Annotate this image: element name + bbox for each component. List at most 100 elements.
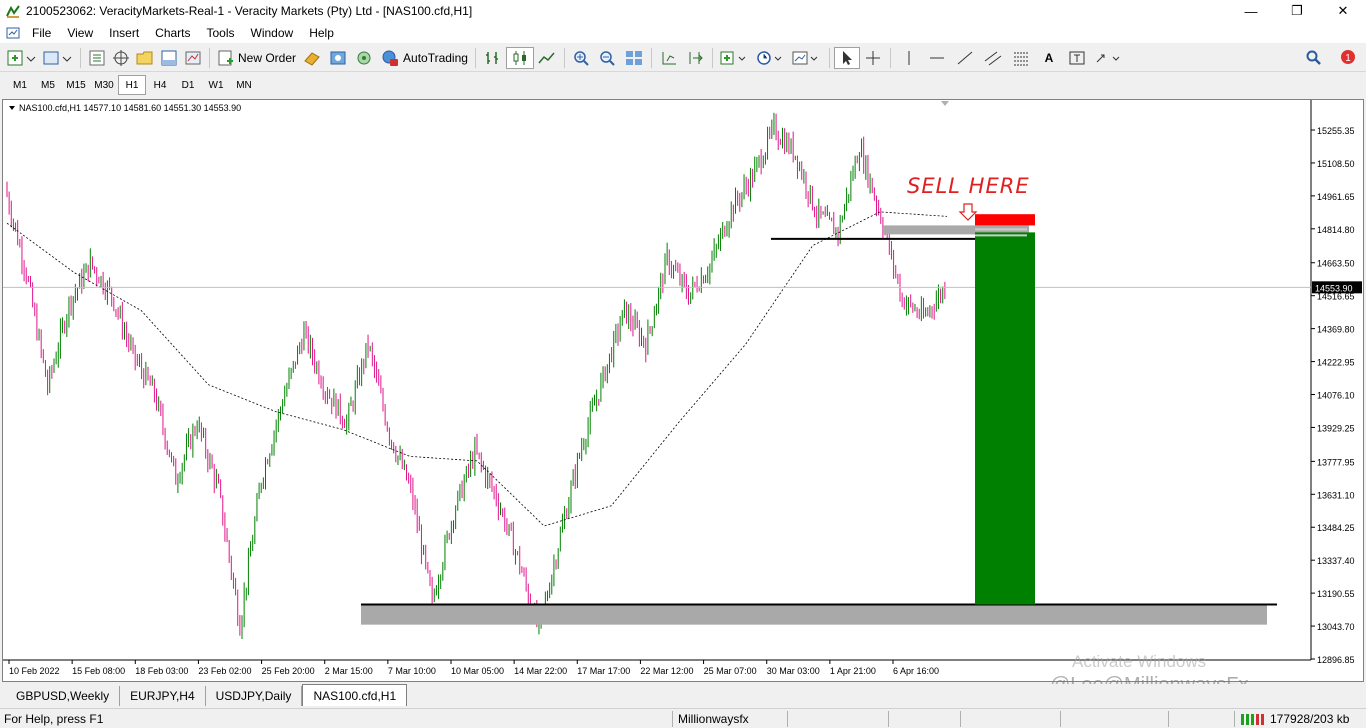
tester-icon bbox=[185, 51, 201, 64]
time-label: 7 Mar 10:00 bbox=[388, 666, 436, 676]
cursor-button[interactable] bbox=[833, 46, 860, 69]
time-label: 14 Mar 22:00 bbox=[514, 666, 567, 676]
vertical-line-button[interactable] bbox=[895, 47, 923, 69]
trendline-button[interactable] bbox=[951, 47, 979, 69]
fibonacci-button[interactable] bbox=[1007, 47, 1035, 69]
menu-help[interactable]: Help bbox=[301, 26, 342, 40]
time-label: 22 Mar 12:00 bbox=[640, 666, 693, 676]
timeframe-m15[interactable]: M15 bbox=[62, 75, 90, 95]
chart-window-icon[interactable] bbox=[6, 26, 20, 40]
market-button[interactable] bbox=[351, 47, 377, 69]
activate-windows-watermark: Activate Windows bbox=[1072, 652, 1207, 671]
tile-windows-button[interactable] bbox=[621, 47, 647, 69]
chart-tab[interactable]: EURJPY,H4 bbox=[120, 686, 206, 706]
timeframe-m5[interactable]: M5 bbox=[34, 75, 62, 95]
timeframe-m30[interactable]: M30 bbox=[90, 75, 118, 95]
text-icon: A bbox=[1044, 50, 1054, 65]
text-label-button[interactable] bbox=[1063, 47, 1091, 69]
menu-view[interactable]: View bbox=[59, 26, 101, 40]
status-separator bbox=[1060, 711, 1061, 727]
current-price-label: 14553.90 bbox=[1315, 283, 1353, 293]
toolbar-separator bbox=[650, 47, 652, 68]
auto-scroll-icon bbox=[689, 51, 703, 64]
menu-window[interactable]: Window bbox=[243, 26, 302, 40]
time-label: 15 Feb 08:00 bbox=[72, 666, 125, 676]
auto-scroll-button[interactable] bbox=[682, 47, 708, 69]
chart-tab[interactable]: NAS100.cfd,H1 bbox=[302, 684, 408, 706]
price-label: 14814.80 bbox=[1317, 225, 1355, 235]
terminal-button[interactable] bbox=[157, 47, 181, 69]
templates-button[interactable] bbox=[789, 47, 825, 69]
price-label: 14663.50 bbox=[1317, 259, 1355, 269]
price-chart[interactable]: 15255.35 15108.50 14961.65 14814.80 14663.50… bbox=[3, 100, 1363, 681]
timeframe-h4[interactable]: H4 bbox=[146, 75, 174, 95]
chart-tab[interactable]: GBPUSD,Weekly bbox=[6, 686, 121, 706]
arrows-button[interactable] bbox=[1091, 47, 1127, 69]
line-chart-button[interactable] bbox=[534, 47, 560, 69]
search-button[interactable] bbox=[1302, 47, 1326, 69]
chart-shift-marker-icon bbox=[941, 101, 949, 106]
menu-insert[interactable]: Insert bbox=[101, 26, 147, 40]
new-order-button[interactable]: New Order bbox=[214, 47, 299, 69]
autotrading-button[interactable]: AutoTrading bbox=[377, 47, 471, 69]
time-label: 30 Mar 03:00 bbox=[767, 666, 820, 676]
timeframe-m1[interactable]: M1 bbox=[6, 75, 34, 95]
text-button[interactable]: A bbox=[1035, 47, 1063, 69]
time-label: 2 Mar 15:00 bbox=[325, 666, 373, 676]
close-button[interactable]: ✕ bbox=[1320, 0, 1366, 22]
zoom-out-button[interactable] bbox=[595, 47, 621, 69]
price-label: 15255.35 bbox=[1317, 126, 1355, 136]
time-label: 25 Feb 20:00 bbox=[262, 666, 315, 676]
price-label: 13631.10 bbox=[1317, 490, 1355, 500]
timeframe-w1[interactable]: W1 bbox=[202, 75, 230, 95]
menu-tools[interactable]: Tools bbox=[199, 26, 243, 40]
time-label: 17 Mar 17:00 bbox=[577, 666, 630, 676]
menu-bar: File View Insert Charts Tools Window Hel… bbox=[0, 22, 1366, 59]
toolbar-separator bbox=[209, 47, 210, 68]
notifications-button[interactable]: 1 bbox=[1332, 47, 1360, 69]
chart-window[interactable]: 15255.35 15108.50 14961.65 14814.80 14663.50… bbox=[2, 99, 1364, 682]
title-bar: 2100523062: VeracityMarkets-Real-1 - Ver… bbox=[0, 0, 1366, 22]
menu-charts[interactable]: Charts bbox=[147, 26, 198, 40]
zoom-out-icon bbox=[600, 50, 615, 66]
horizontal-line-icon bbox=[929, 57, 944, 58]
chart-tab[interactable]: USDJPY,Daily bbox=[206, 686, 303, 706]
chart-shift-button[interactable] bbox=[656, 47, 682, 69]
timeframe-d1[interactable]: D1 bbox=[174, 75, 202, 95]
notification-badge-icon: 1 bbox=[1341, 49, 1355, 64]
timeframe-mn[interactable]: MN bbox=[230, 75, 258, 95]
restore-button[interactable]: ❐ bbox=[1274, 0, 1320, 22]
navigator-button[interactable] bbox=[133, 47, 157, 69]
price-label: 14961.65 bbox=[1317, 192, 1355, 202]
metaeditor-button[interactable] bbox=[299, 47, 325, 69]
menu-file[interactable]: File bbox=[24, 26, 59, 40]
candlestick-button[interactable] bbox=[505, 46, 534, 69]
price-label: 13777.95 bbox=[1317, 457, 1355, 467]
timeframe-h1[interactable]: H1 bbox=[118, 75, 146, 95]
data-window-button[interactable] bbox=[109, 47, 133, 69]
minimize-button[interactable]: — bbox=[1228, 0, 1274, 22]
indicators-icon bbox=[720, 51, 746, 64]
zoom-in-button[interactable] bbox=[569, 47, 595, 69]
down-arrow-icon bbox=[958, 203, 978, 221]
price-label: 14222.95 bbox=[1317, 358, 1355, 368]
signals-button[interactable] bbox=[325, 47, 351, 69]
support-zone bbox=[361, 604, 1267, 625]
metaeditor-icon bbox=[304, 51, 320, 66]
crosshair-button[interactable] bbox=[860, 47, 886, 69]
bar-chart-button[interactable] bbox=[480, 47, 506, 69]
metatrader-app-icon bbox=[6, 5, 20, 18]
arrows-icon bbox=[1096, 54, 1120, 62]
strategy-tester-button[interactable] bbox=[181, 47, 205, 69]
new-chart-button[interactable] bbox=[4, 47, 40, 69]
equidistant-channel-button[interactable] bbox=[979, 47, 1007, 69]
periods-button[interactable] bbox=[753, 47, 789, 69]
horizontal-line-button[interactable] bbox=[923, 47, 951, 69]
notification-count: 1 bbox=[1345, 53, 1351, 64]
status-profile: Millionwaysfx bbox=[678, 712, 749, 726]
profiles-button[interactable] bbox=[40, 47, 76, 69]
price-label: 14076.10 bbox=[1317, 391, 1355, 401]
zoom-in-icon bbox=[574, 50, 589, 66]
indicators-button[interactable] bbox=[717, 47, 753, 69]
market-watch-button[interactable] bbox=[85, 47, 109, 69]
